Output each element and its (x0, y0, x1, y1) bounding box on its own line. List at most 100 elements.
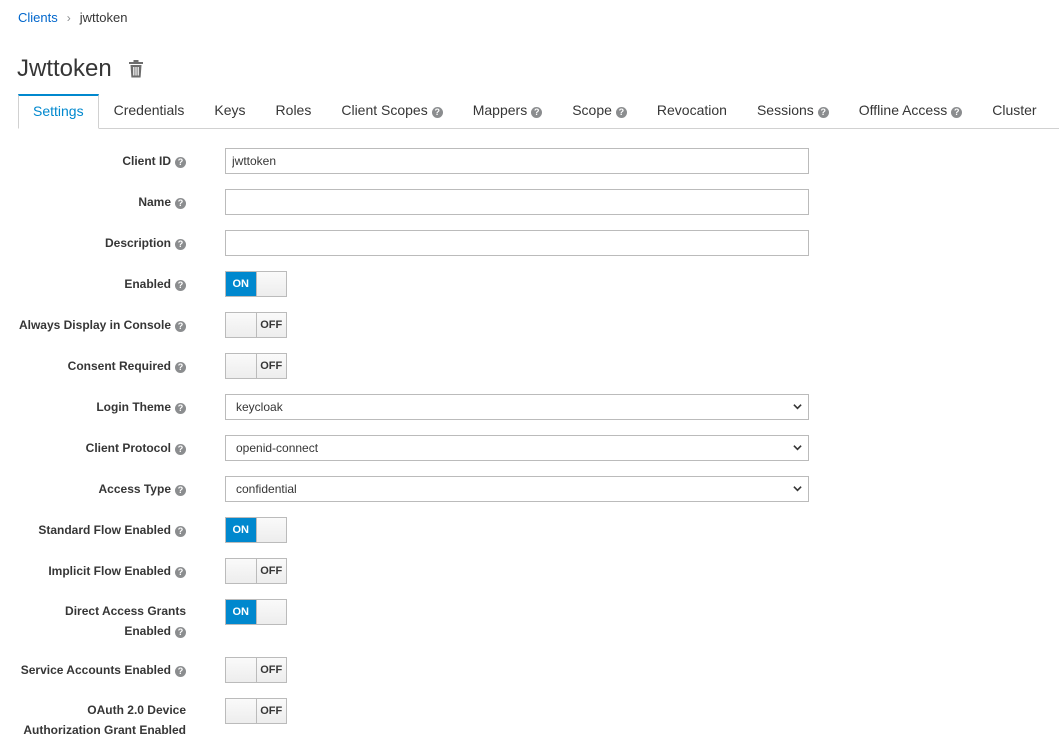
select-value: confidential (236, 482, 297, 496)
tab-label: Mappers (472, 102, 528, 118)
label-text: Implicit Flow Enabled (48, 564, 171, 578)
help-icon[interactable]: ? (531, 107, 543, 118)
toggle-knob (255, 272, 286, 296)
tab-sessions[interactable]: Sessions? (742, 94, 844, 128)
label-text-line2: Authorization Grant Enabled (23, 723, 186, 737)
login-theme-select[interactable]: keycloak (225, 394, 809, 420)
breadcrumb-clients-link[interactable]: Clients (18, 10, 58, 25)
consent-required-toggle[interactable]: OFF (225, 353, 287, 379)
implicit-flow-toggle[interactable]: OFF (225, 558, 287, 584)
oauth-device-toggle[interactable]: OFF (225, 698, 287, 724)
tab-scope[interactable]: Scope? (557, 94, 642, 128)
chevron-down-icon (793, 445, 802, 451)
tab-label: Offline Access (858, 102, 948, 118)
tab-credentials[interactable]: Credentials (99, 94, 200, 128)
service-accounts-control: OFF (225, 657, 287, 683)
label-text: Description (104, 236, 171, 250)
enabled-control: ON (225, 271, 287, 297)
toggle-state: OFF (260, 565, 283, 577)
chevron-down-icon (793, 486, 802, 492)
access-type-label: Access Type? (0, 479, 186, 499)
help-icon[interactable]: ? (175, 280, 186, 291)
service-accounts-label: Service Accounts Enabled? (0, 660, 186, 680)
tab-revocation[interactable]: Revocation (642, 94, 742, 128)
tab-cluster[interactable]: Cluster (977, 94, 1051, 128)
page-title: Jwttoken (17, 55, 112, 82)
help-icon[interactable]: ? (175, 362, 186, 373)
label-text: Client ID (122, 154, 171, 168)
standard-flow-toggle[interactable]: ON (225, 517, 287, 543)
label-text-line1: Direct Access Grants (65, 604, 186, 618)
help-icon[interactable]: ? (175, 444, 186, 455)
always-display-label: Always Display in Console? (0, 315, 186, 335)
breadcrumb-separator: › (66, 10, 71, 25)
label-text: Name (138, 195, 171, 209)
name-control (225, 189, 809, 215)
toggle-knob (255, 518, 286, 542)
label-text-line2: Enabled (124, 624, 171, 638)
tab-keys[interactable]: Keys (199, 94, 260, 128)
toggle-knob (226, 354, 257, 378)
title-row: Jwttoken (17, 55, 144, 83)
help-icon[interactable]: ? (817, 107, 829, 118)
label-text: Always Display in Console (18, 318, 171, 332)
chevron-down-icon (793, 404, 802, 410)
breadcrumb-current: jwttoken (79, 10, 128, 25)
help-icon[interactable]: ? (175, 627, 186, 638)
client-protocol-control: openid-connect (225, 435, 809, 461)
client-id-field[interactable] (225, 148, 809, 174)
tab-label: Client Scopes (341, 102, 428, 118)
help-icon[interactable]: ? (951, 107, 963, 118)
trash-icon[interactable] (128, 60, 144, 78)
client-protocol-label: Client Protocol? (0, 438, 186, 458)
description-field[interactable] (225, 230, 809, 256)
help-icon[interactable]: ? (615, 107, 627, 118)
help-icon[interactable]: ? (175, 239, 186, 250)
help-icon[interactable]: ? (175, 321, 186, 332)
tab-label: Scope (572, 102, 612, 118)
tab-roles[interactable]: Roles (261, 94, 327, 128)
enabled-toggle[interactable]: ON (225, 271, 287, 297)
toggle-state: OFF (260, 664, 283, 676)
direct-access-toggle[interactable]: ON (225, 599, 287, 625)
consent-required-label: Consent Required? (0, 356, 186, 376)
client-protocol-select[interactable]: openid-connect (225, 435, 809, 461)
toggle-state: ON (226, 600, 256, 624)
service-accounts-toggle[interactable]: OFF (225, 657, 287, 683)
label-text: Standard Flow Enabled (38, 523, 171, 537)
direct-access-label: Direct Access Grants Enabled? (0, 601, 186, 641)
tab-label: Sessions (756, 102, 814, 118)
tab-mappers[interactable]: Mappers? (458, 94, 557, 128)
always-display-control: OFF (225, 312, 287, 338)
tab-settings[interactable]: Settings (18, 94, 99, 129)
tab-offline-access[interactable]: Offline Access? (844, 94, 977, 128)
help-icon[interactable]: ? (175, 666, 186, 677)
always-display-toggle[interactable]: OFF (225, 312, 287, 338)
label-text: Client Protocol (85, 441, 171, 455)
name-label: Name? (0, 192, 186, 212)
toggle-state: ON (226, 272, 256, 296)
help-icon[interactable]: ? (175, 526, 186, 537)
help-icon[interactable]: ? (175, 567, 186, 578)
toggle-knob (226, 559, 257, 583)
label-line2: Enabled? (0, 621, 186, 641)
help-icon[interactable]: ? (431, 107, 443, 118)
description-label: Description? (0, 233, 186, 253)
label-text: Enabled (124, 277, 171, 291)
access-type-select[interactable]: confidential (225, 476, 809, 502)
toggle-state: OFF (260, 319, 283, 331)
help-icon[interactable]: ? (175, 485, 186, 496)
client-id-control (225, 148, 809, 174)
toggle-knob (226, 313, 257, 337)
help-icon[interactable]: ? (175, 403, 186, 414)
help-icon[interactable]: ? (175, 157, 186, 168)
implicit-flow-label: Implicit Flow Enabled? (0, 561, 186, 581)
toggle-knob (226, 658, 257, 682)
label-text: Service Accounts Enabled (20, 663, 171, 677)
name-field[interactable] (225, 189, 809, 215)
tab-client-scopes[interactable]: Client Scopes? (326, 94, 457, 128)
tab-label: Keys (214, 102, 246, 118)
enabled-label: Enabled? (0, 274, 186, 294)
help-icon[interactable]: ? (175, 198, 186, 209)
toggle-knob (226, 699, 257, 723)
